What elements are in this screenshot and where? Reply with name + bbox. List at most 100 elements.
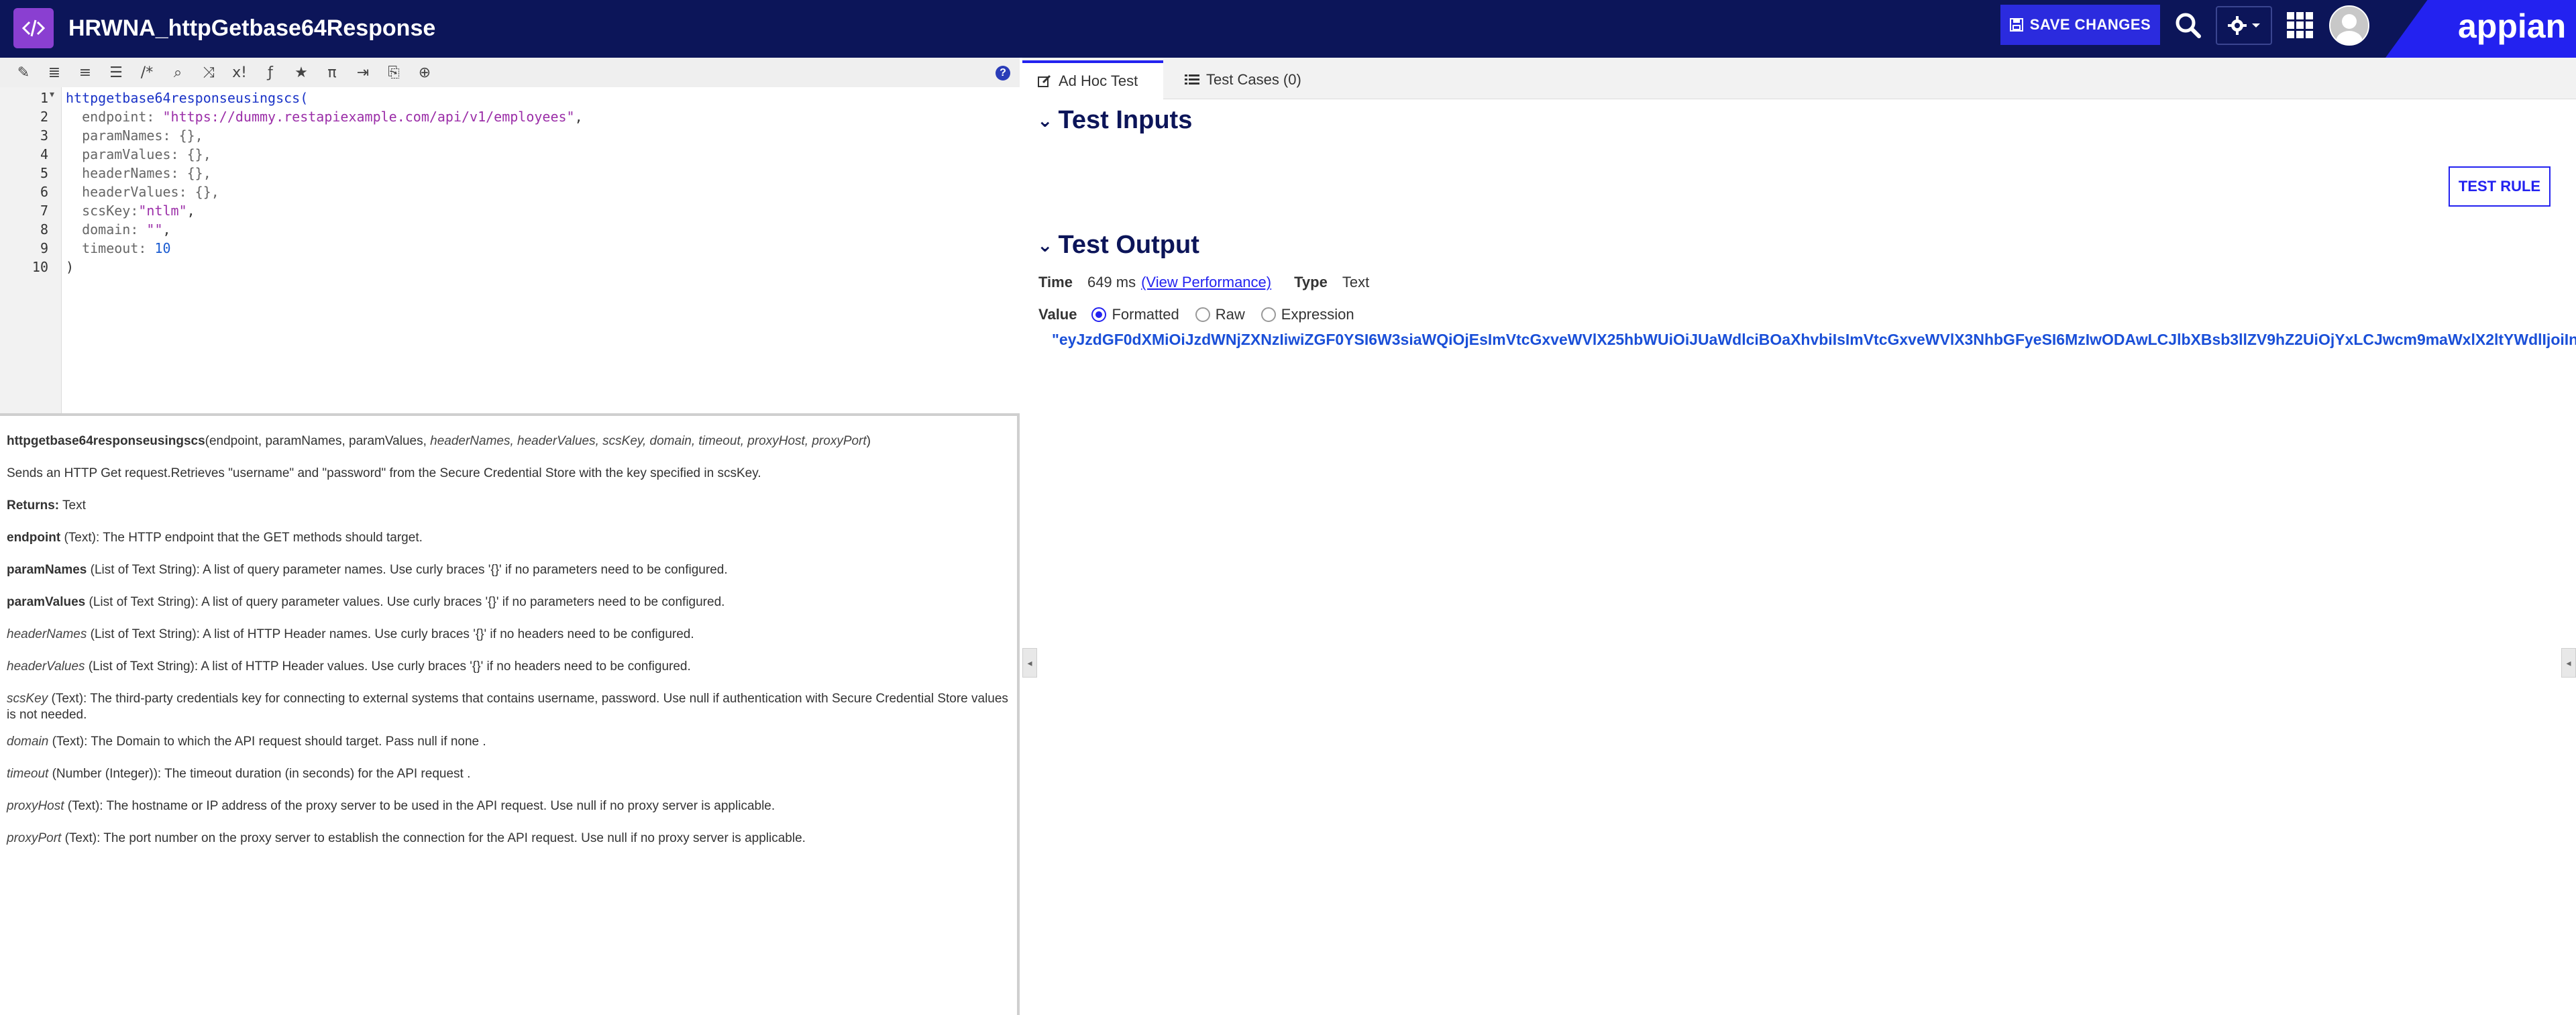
save-changes-button[interactable]: SAVE CHANGES — [2000, 5, 2160, 45]
collapse-left-handle[interactable]: ◂ — [1022, 648, 1037, 678]
appian-logo: appian — [2458, 7, 2567, 45]
param-doc: headerValues (List of Text String): A li… — [7, 659, 1010, 675]
copy-icon[interactable]: ⎘ — [378, 59, 409, 86]
code-line: headerNames: {}, — [66, 165, 211, 181]
param-desc: (List of Text String): A list of query p… — [85, 595, 725, 609]
line-number-gutter: 1 ▾ 2 3 4 5 6 7 8 9 10 — [0, 87, 62, 413]
help-icon[interactable]: ? — [996, 66, 1010, 81]
search-icon[interactable] — [2172, 9, 2204, 42]
replace-icon[interactable]: ⤨ — [193, 59, 224, 86]
code-line: domain: "", — [66, 220, 171, 239]
chevron-down-icon — [2252, 23, 2260, 28]
line-number: 8 — [40, 221, 48, 237]
param-desc: (Text): The third-party credentials key … — [7, 692, 1008, 722]
param-doc: scsKey (Text): The third-party credentia… — [7, 691, 1010, 723]
code-punct: , — [186, 203, 195, 219]
line-number: 2 — [40, 109, 48, 125]
line-number: 9 — [40, 240, 48, 256]
save-icon — [2009, 18, 2023, 32]
param-desc: (List of Text String): A list of HTTP He… — [85, 659, 691, 674]
fold-arrow-icon[interactable]: ▾ — [50, 89, 54, 100]
param-name: endpoint — [7, 531, 61, 545]
signature-close: ) — [866, 434, 871, 448]
chevron-down-icon: ⌄ — [1037, 234, 1053, 256]
radio-expression[interactable] — [1260, 307, 1276, 322]
param-desc: (Number (Integer)): The timeout duration… — [48, 767, 471, 781]
code-string: "https://dummy.restapiexample.com/api/v1… — [162, 109, 575, 125]
user-avatar[interactable] — [2329, 5, 2369, 46]
test-output-header[interactable]: ⌄ Test Output — [1037, 231, 1199, 260]
function-documentation: httpgetbase64responseusingscs(endpoint, … — [0, 419, 1017, 1015]
code-string: "" — [146, 221, 163, 237]
section-title: Test Output — [1058, 231, 1199, 259]
expression-rule-icon — [13, 8, 54, 48]
value-label: Value — [1038, 306, 1077, 323]
signature-required-params: (endpoint, paramNames, paramValues, — [205, 434, 431, 448]
type-value: Text — [1342, 274, 1370, 290]
param-name: headerNames — [7, 627, 87, 641]
param-doc: endpoint (Text): The HTTP endpoint that … — [7, 530, 1010, 546]
param-desc: (Text): The hostname or IP address of th… — [64, 799, 775, 813]
app-grid-icon[interactable] — [2286, 11, 2315, 40]
find-icon[interactable]: ⌕ — [162, 59, 193, 86]
code-number: 10 — [154, 240, 171, 256]
indent-icon[interactable]: ≣ — [39, 59, 70, 86]
web-icon[interactable]: ⊕ — [409, 59, 440, 86]
tab-label: Test Cases (0) — [1206, 71, 1301, 88]
collapse-right-handle[interactable]: ◂ — [2561, 648, 2576, 678]
settings-menu-button[interactable] — [2216, 6, 2272, 45]
param-doc: paramValues (List of Text String): A lis… — [7, 594, 1010, 610]
app-root: HRWNA_httpGetbase64Response SAVE CHANGES — [0, 0, 2576, 1015]
code-line: scsKey:"ntlm", — [66, 201, 195, 220]
function-description: Sends an HTTP Get request.Retrieves "use… — [7, 466, 761, 480]
code-line: endpoint: "https://dummy.restapiexample.… — [66, 107, 583, 126]
tab-ad-hoc-test[interactable]: Ad Hoc Test — [1022, 60, 1163, 99]
line-number: 4 — [40, 146, 48, 162]
export-icon[interactable]: ⇥ — [347, 59, 378, 86]
radio-raw[interactable] — [1195, 307, 1210, 322]
code-key: timeout: — [66, 240, 155, 256]
line-number: 10 — [32, 259, 48, 275]
param-name: scsKey — [7, 692, 48, 706]
param-name: paramNames — [7, 563, 87, 577]
code-key: scsKey: — [66, 203, 139, 219]
param-doc: proxyPort (Text): The port number on the… — [7, 831, 1010, 847]
comment-icon[interactable]: /* — [131, 59, 162, 86]
code-function-name: httpgetbase64responseusingscs( — [66, 90, 309, 106]
view-performance-link[interactable]: (View Performance) — [1141, 274, 1271, 291]
code-punct: , — [162, 221, 171, 237]
code-line: timeout: 10 — [66, 239, 171, 258]
tab-label: Ad Hoc Test — [1059, 72, 1138, 89]
pi-icon[interactable]: π — [317, 59, 347, 86]
line-number: 7 — [40, 203, 48, 219]
time-value: 649 ms — [1087, 274, 1136, 290]
line-number: 6 — [40, 184, 48, 200]
code-editor[interactable]: 1 ▾ 2 3 4 5 6 7 8 9 10 httpgetbase64resp… — [0, 87, 1020, 416]
test-tabs: Ad Hoc Test Test Cases (0) — [1022, 58, 2576, 99]
rule-title: HRWNA_httpGetbase64Response — [68, 15, 436, 41]
output-value-format-row: Value Formatted Raw Expression — [1038, 306, 1354, 323]
param-desc: (Text): The port number on the proxy ser… — [61, 831, 806, 845]
editor-toolbar: ✎ ≣ ≡ ☰ /* ⌕ ⤨ x! ƒ ★ π ⇥ ⎘ ⊕ ? — [0, 58, 1020, 87]
favorite-icon[interactable]: ★ — [286, 59, 317, 86]
list-icon[interactable]: ☰ — [101, 59, 131, 86]
function-icon[interactable]: ƒ — [255, 59, 286, 86]
tab-test-cases[interactable]: Test Cases (0) — [1170, 60, 1316, 99]
param-desc: (Text): The Domain to which the API requ… — [48, 735, 486, 749]
outdent-icon[interactable]: ≡ — [70, 59, 101, 86]
format-icon[interactable]: ✎ — [8, 59, 39, 86]
test-rule-button[interactable]: TEST RULE — [2449, 166, 2551, 207]
test-inputs-header[interactable]: ⌄ Test Inputs — [1037, 106, 1192, 135]
radio-expression-label: Expression — [1281, 306, 1354, 323]
edit-icon — [1038, 74, 1051, 87]
radio-formatted[interactable] — [1091, 307, 1107, 322]
list-icon — [1185, 74, 1199, 85]
code-line: paramValues: {}, — [66, 146, 211, 162]
param-doc: proxyHost (Text): The hostname or IP add… — [7, 798, 1010, 814]
signature-name: httpgetbase64responseusingscs — [7, 434, 205, 448]
output-value: "eyJzdGF0dXMiOiJzdWNjZXNzIiwiZGF0YSI6W3s… — [1052, 331, 2576, 348]
param-name: domain — [7, 735, 49, 749]
variable-icon[interactable]: x! — [224, 59, 255, 86]
param-name: proxyHost — [7, 799, 64, 813]
top-header: HRWNA_httpGetbase64Response SAVE CHANGES — [0, 0, 2576, 58]
